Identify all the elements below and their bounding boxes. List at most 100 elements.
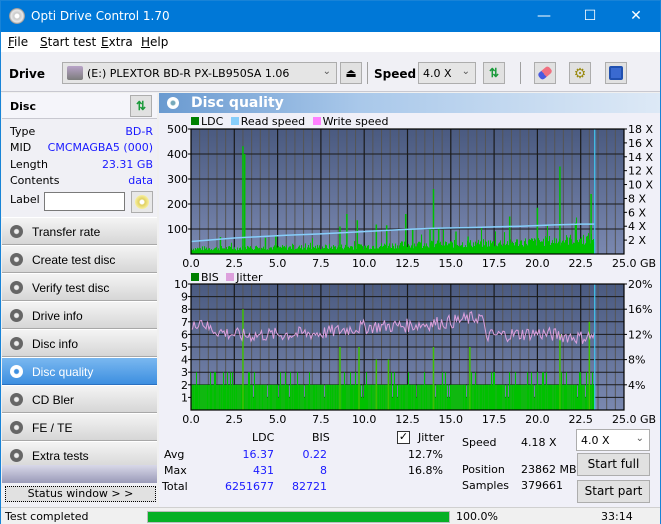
toolbar-separator (367, 62, 368, 84)
panel-header: Disc quality (159, 93, 660, 113)
disc-field-type: Type BD-R (10, 125, 153, 138)
status-window-button[interactable]: Status window > > (5, 486, 156, 502)
stats-max-jitter: 16.8% (408, 464, 443, 477)
left-panel: Disc ⇅ Type BD-R MID CMCMAGBA5 (000) Lengt… (2, 93, 157, 507)
y2-tick-label: 2 X (628, 234, 646, 247)
maximize-button[interactable]: ☐ (567, 1, 613, 32)
test-speed-select[interactable]: 4.0 X ⌄ (576, 429, 650, 451)
menu-start-test[interactable]: Start test (40, 35, 96, 49)
minimize-button[interactable]: — (521, 1, 567, 32)
nav-transfer-rate[interactable]: Transfer rate (2, 217, 157, 245)
y2-tick-label: 8% (628, 354, 645, 367)
y-tick-label: 5 (181, 341, 188, 354)
y2-tick-label: 12% (628, 328, 652, 341)
eraser-icon (537, 65, 553, 81)
x-tick-label: 10.0 (352, 413, 377, 426)
y-tick-label: 6 (181, 328, 188, 341)
start-full-button[interactable]: Start full (577, 453, 650, 476)
y2-tick-label: 4% (628, 379, 645, 392)
y-tick-label: 7 (181, 316, 188, 329)
save-button[interactable] (605, 62, 627, 84)
nav-disc-quality[interactable]: Disc quality (2, 357, 157, 385)
refresh-icon: ⇅ (135, 99, 147, 113)
speed-select-value: 4.0 X (423, 67, 452, 80)
disc-field-length: Length 23.31 GB (10, 158, 153, 171)
x-tick-label: 10.0 (352, 257, 377, 270)
menu-help[interactable]: Help (141, 35, 168, 49)
stats-max-ldc: 431 (253, 464, 274, 477)
x-tick-label: 2.5 (226, 413, 244, 426)
x-tick-label: 25.0 GB (612, 257, 656, 270)
erase-button[interactable] (534, 62, 556, 84)
eject-button[interactable]: ⏏ (340, 62, 362, 84)
drive-select[interactable]: (E:) PLEXTOR BD-R PX-LB950SA 1.06 ⌄ (62, 62, 337, 84)
speed-stat-value: 4.18 X (521, 436, 557, 449)
disc-refresh-button[interactable]: ⇅ (130, 95, 152, 117)
nav-verify-test-disc[interactable]: Verify test disc (2, 273, 157, 301)
disc-field-contents: Contents data (10, 174, 153, 187)
y2-tick-label: 14 X (628, 151, 653, 164)
x-tick-label: 25.0 GB (612, 413, 656, 426)
x-tick-label: 20.0 (525, 413, 550, 426)
elapsed-time: 33:14 (601, 510, 633, 523)
jitter-checkbox[interactable]: ✓ (397, 431, 410, 444)
disc-label-input[interactable] (44, 192, 125, 211)
menu-bar: File Start test Extra Help (1, 32, 660, 52)
jitter-label: Jitter (418, 431, 445, 444)
x-tick-label: 15.0 (439, 413, 464, 426)
y-tick-label: 300 (167, 173, 188, 186)
refresh-icon: ⇅ (488, 66, 500, 80)
close-button[interactable]: ✕ (613, 1, 659, 32)
charts-svg: 0.0 2.5 5.0 7.5 10.0 12.5 15.0 17.5 20.0 22.5 25.0… (167, 123, 656, 426)
y-tick-label: 3 (181, 366, 188, 379)
x-tick-label: 12.5 (395, 257, 420, 270)
x-tick-label: 15.0 (439, 257, 464, 270)
menu-file[interactable]: File (8, 35, 28, 49)
app-window: Opti Drive Control 1.70 — ☐ ✕ File Start… (0, 0, 661, 524)
stats-max-bis: 8 (320, 464, 327, 477)
nav-drive-info[interactable]: Drive info (2, 301, 157, 329)
x-tick-label: 5.0 (269, 413, 287, 426)
settings-icon: ⚙ (573, 65, 587, 81)
y-tick-label: 4 (181, 354, 188, 367)
cd-bler-icon (10, 393, 23, 406)
stats-avg-jitter: 12.7% (408, 448, 443, 461)
drive-info-icon (10, 309, 23, 322)
disc-header: Disc ⇅ (2, 93, 157, 119)
stats-avg-bis: 0.22 (302, 448, 328, 461)
x-tick-label: 2.5 (226, 257, 244, 270)
progress-fill (148, 512, 449, 522)
disc-label-button[interactable] (131, 191, 153, 213)
refresh-button[interactable]: ⇅ (483, 62, 505, 84)
y-tick-label: 8 (181, 303, 188, 316)
menu-extra[interactable]: Extra (101, 35, 133, 49)
nav-create-test-disc[interactable]: Create test disc (2, 245, 157, 273)
drive-icon (67, 66, 83, 80)
save-icon (609, 66, 623, 80)
disc-header-label: Disc (10, 100, 36, 113)
position-value: 23862 MB (521, 463, 577, 476)
progress-text: 100.0% (456, 510, 498, 523)
y2-tick-label: 16% (628, 303, 652, 316)
speed-stat-label: Speed (462, 436, 497, 449)
speed-select[interactable]: 4.0 X ⌄ (418, 62, 476, 84)
start-part-button[interactable]: Start part (577, 480, 650, 503)
y2-tick-label: 8 X (628, 192, 646, 205)
stats-row-total-label: Total (162, 480, 188, 493)
y2-tick-label: 10 X (628, 179, 653, 192)
stats-row-avg-label: Avg (164, 448, 185, 461)
y2-tick-label: 4 X (628, 220, 646, 233)
test-speed-value: 4.0 X (581, 434, 610, 447)
verify-test-disc-icon (10, 281, 23, 294)
panel-title: Disc quality (191, 95, 284, 111)
settings-button[interactable]: ⚙ (569, 62, 591, 84)
disc-quality-panel: Disc quality LDC Read speed Write speed … (159, 93, 660, 507)
stats-avg-ldc: 16.37 (242, 448, 275, 461)
nav-disc-info[interactable]: Disc info (2, 329, 157, 357)
y2-tick-label: 18 X (628, 123, 653, 136)
x-tick-label: 17.5 (482, 413, 507, 426)
nav-cd-bler[interactable]: CD Bler (2, 385, 157, 413)
stats-row-max-label: Max (164, 464, 187, 477)
nav-fe-te[interactable]: FE / TE (2, 413, 157, 441)
title-bar: Opti Drive Control 1.70 — ☐ ✕ (1, 1, 660, 32)
